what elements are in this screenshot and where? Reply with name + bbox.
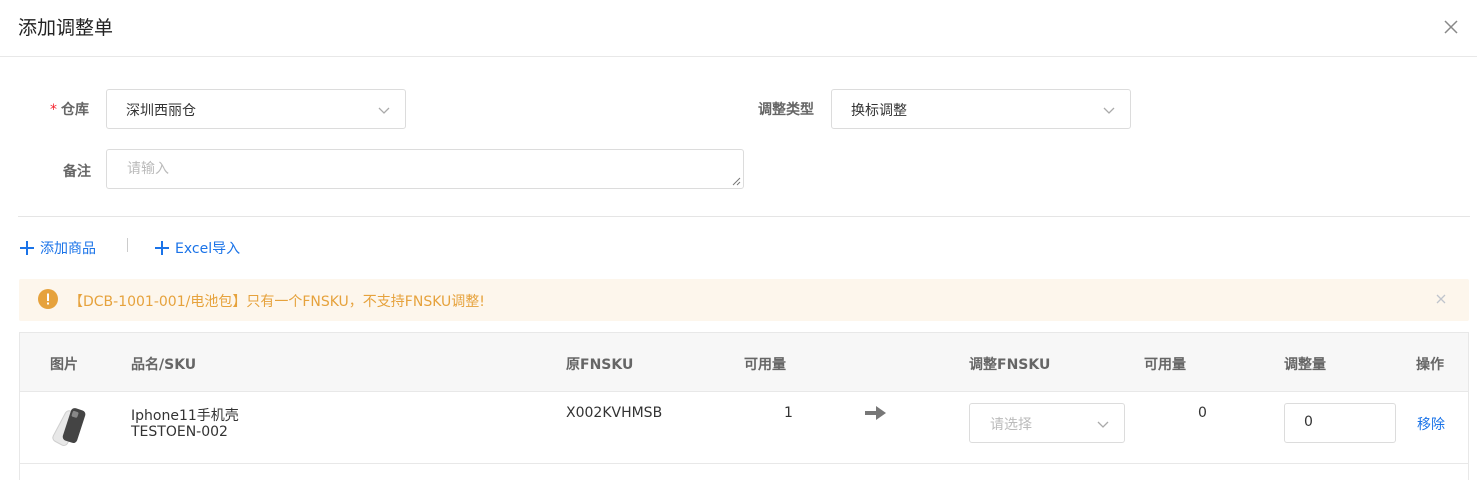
adjust-fnsku-placeholder: 请选择 xyxy=(990,417,1032,433)
warehouse-select[interactable]: 深圳西丽仓 xyxy=(106,89,406,129)
section-divider xyxy=(18,216,1470,217)
warning-icon xyxy=(38,289,58,309)
adjust-type-label: 调整类型 xyxy=(758,102,814,118)
dialog-title: 添加调整单 xyxy=(18,17,114,39)
dialog-header: 添加调整单 xyxy=(0,0,1477,57)
arrow-right-icon xyxy=(865,406,886,420)
close-icon[interactable] xyxy=(1440,16,1462,38)
plus-icon xyxy=(20,241,34,255)
available-2-value: 0 xyxy=(1198,405,1207,421)
action-separator xyxy=(127,238,128,252)
col-operation: 操作 xyxy=(1416,357,1444,373)
resize-grip-icon[interactable] xyxy=(732,177,741,186)
product-sku: TESTOEN-002 xyxy=(131,424,228,440)
product-name: Iphone11手机壳 xyxy=(131,408,239,424)
orig-fnsku-value: X002KVHMSB xyxy=(566,405,663,421)
adjust-type-select[interactable]: 换标调整 xyxy=(831,89,1131,129)
remark-placeholder: 请输入 xyxy=(127,161,169,177)
close-icon[interactable] xyxy=(1435,293,1447,305)
add-product-button[interactable]: 添加商品 xyxy=(20,238,96,258)
warehouse-label: * 仓库 xyxy=(50,99,89,119)
phone-case-thumbnail xyxy=(52,408,86,446)
chevron-down-icon xyxy=(1103,107,1115,114)
warehouse-label-text: 仓库 xyxy=(61,102,89,118)
table-row: Iphone11手机壳 TESTOEN-002 X002KVHMSB 1 请选择… xyxy=(20,393,1468,464)
col-adjust-fnsku: 调整FNSKU xyxy=(969,357,1051,373)
col-adjust-qty: 调整量 xyxy=(1284,357,1326,373)
adjust-qty-value: 0 xyxy=(1304,414,1313,430)
remove-button[interactable]: 移除 xyxy=(1417,414,1445,434)
remark-textarea[interactable]: 请输入 xyxy=(106,149,744,189)
add-product-label: 添加商品 xyxy=(40,241,96,257)
chevron-down-icon xyxy=(378,107,390,114)
table-header: 图片 品名/SKU 原FNSKU 可用量 调整FNSKU 可用量 调整量 操作 xyxy=(20,333,1468,392)
required-asterisk: * xyxy=(50,102,57,118)
excel-import-button[interactable]: Excel导入 xyxy=(155,238,240,258)
warning-alert: 【DCB-1001-001/电池包】只有一个FNSKU，不支持FNSKU调整! xyxy=(19,279,1469,321)
warehouse-select-value: 深圳西丽仓 xyxy=(126,103,196,119)
col-orig-fnsku: 原FNSKU xyxy=(566,357,634,373)
chevron-down-icon xyxy=(1097,421,1109,428)
col-name-sku: 品名/SKU xyxy=(131,357,197,373)
adjust-type-value: 换标调整 xyxy=(851,103,907,119)
adjust-fnsku-select[interactable]: 请选择 xyxy=(969,403,1125,443)
adjust-qty-input[interactable]: 0 xyxy=(1284,403,1396,443)
col-image: 图片 xyxy=(50,357,78,373)
col-available: 可用量 xyxy=(744,357,786,373)
plus-icon xyxy=(155,241,169,255)
remark-label: 备注 xyxy=(63,164,91,180)
col-available-2: 可用量 xyxy=(1144,357,1186,373)
excel-import-label: Excel导入 xyxy=(175,241,241,257)
product-table: 图片 品名/SKU 原FNSKU 可用量 调整FNSKU 可用量 调整量 操作 … xyxy=(19,332,1469,480)
available-value: 1 xyxy=(784,405,793,421)
alert-message: 【DCB-1001-001/电池包】只有一个FNSKU，不支持FNSKU调整! xyxy=(69,294,485,310)
